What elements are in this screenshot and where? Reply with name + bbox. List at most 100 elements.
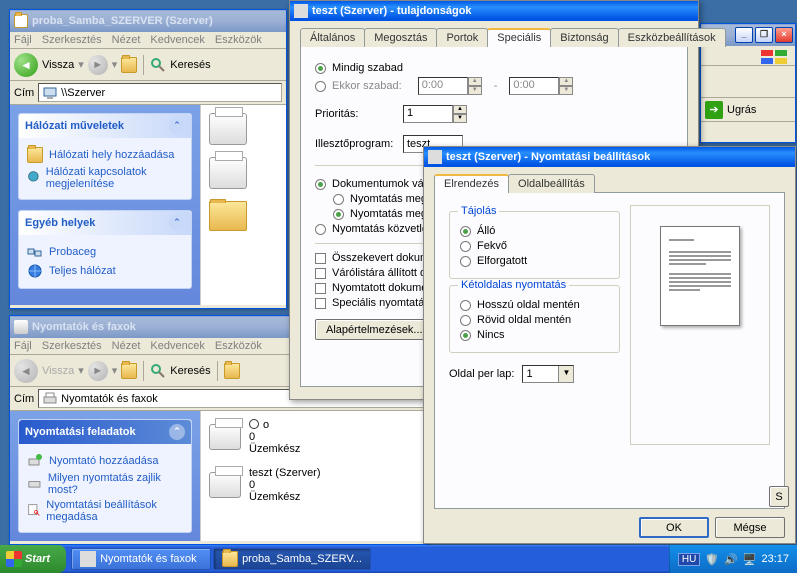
- address-label: Cím: [14, 87, 34, 99]
- link-label: Milyen nyomtatás zajlik most?: [48, 472, 183, 496]
- priority-spinner[interactable]: 1▲▼: [403, 105, 467, 123]
- chevron-down-icon[interactable]: ▼: [558, 366, 573, 382]
- folder-icon[interactable]: [209, 201, 247, 231]
- priority-label: Prioritás:: [315, 108, 395, 120]
- defaults-button[interactable]: Alapértelmezések...: [315, 319, 434, 340]
- printer-icon: [209, 424, 241, 450]
- taskbar-item-samba[interactable]: proba_Samba_SZERV...: [213, 548, 371, 570]
- menu-tools[interactable]: Eszközök: [215, 34, 262, 46]
- folders-icon[interactable]: [224, 363, 240, 379]
- menu-fav[interactable]: Kedvencek: [150, 340, 204, 352]
- tray-icon[interactable]: 🔊: [724, 553, 738, 566]
- search-label[interactable]: Keresés: [170, 59, 210, 71]
- start-button[interactable]: Start: [0, 545, 66, 573]
- tab-pagesetup[interactable]: Oldalbeállítás: [508, 174, 595, 193]
- menu-edit[interactable]: Szerkesztés: [42, 34, 102, 46]
- address-value: Nyomtatók és faxok: [61, 393, 158, 405]
- radio-label: Fekvő: [477, 240, 507, 252]
- tab-ports[interactable]: Portok: [436, 28, 488, 47]
- tray-icon[interactable]: 🖥️: [743, 553, 757, 566]
- clock[interactable]: 23:17: [761, 553, 789, 565]
- radio-landscape[interactable]: Fekvő: [460, 240, 609, 252]
- radio-label: Nyomtatás megk: [350, 208, 433, 220]
- radio-always-available[interactable]: Mindig szabad: [315, 62, 673, 74]
- go-button[interactable]: ➔: [705, 101, 723, 119]
- printing-preferences-dialog: teszt (Szerver) - Nyomtatási beállítások…: [423, 146, 796, 544]
- titlebar[interactable]: teszt (Szerver) - Nyomtatási beállítások: [424, 147, 795, 167]
- menu-file[interactable]: Fájl: [14, 340, 32, 352]
- default-check-icon: [249, 419, 259, 429]
- address-label: Cím: [14, 393, 34, 405]
- cancel-button[interactable]: Mégse: [715, 517, 785, 538]
- link-label: Teljes hálózat: [49, 265, 116, 277]
- add-network-place[interactable]: Hálózati hely hozzáadása: [27, 147, 183, 163]
- titlebar[interactable]: teszt (Szerver) - tulajdonságok: [290, 1, 698, 21]
- tab-layout[interactable]: Elrendezés: [434, 174, 509, 193]
- radio-rotated[interactable]: Elforgatott: [460, 255, 609, 267]
- chevron-up-icon[interactable]: ⌃: [169, 215, 185, 231]
- tray-icon[interactable]: 🛡️: [705, 553, 719, 566]
- tab-sharing[interactable]: Megosztás: [364, 28, 437, 47]
- address-input[interactable]: \\Szerver: [38, 83, 282, 102]
- taskbar-item-printers[interactable]: Nyomtatók és faxok: [71, 548, 211, 570]
- globe-icon: [27, 263, 43, 279]
- s-button[interactable]: S: [769, 486, 789, 507]
- radio-short-edge[interactable]: Rövid oldal mentén: [460, 314, 609, 326]
- add-printer[interactable]: Nyomtató hozzáadása: [27, 453, 183, 469]
- radio-available-when[interactable]: Ekkor szabad: 0:00▲▼ - 0:00▲▼: [315, 77, 673, 95]
- printer-icon[interactable]: [209, 113, 247, 145]
- view-network-connections[interactable]: Hálózati kapcsolatok megjelenítése: [27, 166, 183, 190]
- radio-label: Álló: [477, 225, 495, 237]
- language-indicator[interactable]: HU: [678, 553, 700, 566]
- printer-item[interactable]: o 0 Üzemkész: [209, 419, 420, 455]
- menu-view[interactable]: Nézet: [112, 340, 141, 352]
- printing-preferences[interactable]: Nyomtatási beállítások megadása: [27, 499, 183, 523]
- search-label[interactable]: Keresés: [170, 365, 210, 377]
- tabstrip[interactable]: Elrendezés Oldalbeállítás: [434, 173, 785, 193]
- menu-tools[interactable]: Eszközök: [215, 340, 262, 352]
- printer-icon: [294, 4, 308, 18]
- menubar[interactable]: Fájl Szerkesztés Nézet Kedvencek Eszközö…: [10, 32, 286, 49]
- menu-file[interactable]: Fájl: [14, 34, 32, 46]
- up-folder-icon[interactable]: [121, 57, 137, 73]
- titlebar[interactable]: proba_Samba_SZERVER (Szerver): [10, 10, 286, 32]
- restore-button[interactable]: ❐: [755, 27, 773, 43]
- print-tasks-header[interactable]: Nyomtatási feladatok ⌃: [19, 420, 191, 444]
- pages-per-sheet-combo[interactable]: 1 ▼: [522, 365, 574, 383]
- system-tray[interactable]: HU 🛡️ 🔊 🖥️ 23:17: [669, 545, 797, 573]
- radio-label: Elforgatott: [477, 255, 527, 267]
- chevron-up-icon[interactable]: ⌃: [169, 424, 185, 440]
- task-label: Nyomtatók és faxok: [100, 553, 197, 565]
- minimize-button[interactable]: _: [735, 27, 753, 43]
- menu-view[interactable]: Nézet: [112, 34, 141, 46]
- taskbar[interactable]: Start Nyomtatók és faxok proba_Samba_SZE…: [0, 545, 797, 573]
- up-folder-icon[interactable]: [121, 363, 137, 379]
- netops-header[interactable]: Hálózati műveletek ⌃: [19, 114, 191, 138]
- radio-portrait[interactable]: Álló: [460, 225, 609, 237]
- link-entire-network[interactable]: Teljes hálózat: [27, 263, 183, 279]
- tab-security[interactable]: Biztonság: [550, 28, 618, 47]
- close-button[interactable]: ×: [775, 27, 793, 43]
- tabstrip[interactable]: Általános Megosztás Portok Speciális Biz…: [300, 27, 688, 47]
- search-icon[interactable]: [150, 57, 166, 73]
- menu-edit[interactable]: Szerkesztés: [42, 340, 102, 352]
- radio-long-edge[interactable]: Hosszú oldal mentén: [460, 299, 609, 311]
- radio-label: Hosszú oldal mentén: [477, 299, 580, 311]
- menu-fav[interactable]: Kedvencek: [150, 34, 204, 46]
- back-button[interactable]: ◄: [14, 53, 38, 77]
- radio-label: Dokumentumok váró: [332, 178, 434, 190]
- tab-advanced[interactable]: Speciális: [487, 28, 551, 47]
- tab-device[interactable]: Eszközbeállítások: [618, 28, 726, 47]
- link-probaceg[interactable]: Probaceg: [27, 244, 183, 260]
- windows-flag-icon: [757, 48, 793, 66]
- printer-icon[interactable]: [209, 157, 247, 189]
- priority-value[interactable]: 1: [403, 105, 453, 123]
- search-icon[interactable]: [150, 363, 166, 379]
- radio-none[interactable]: Nincs: [460, 329, 609, 341]
- printer-item[interactable]: teszt (Szerver) 0 Üzemkész: [209, 467, 420, 503]
- tab-general[interactable]: Általános: [300, 28, 365, 47]
- other-places-header[interactable]: Egyéb helyek ⌃: [19, 211, 191, 235]
- see-whats-printing[interactable]: Milyen nyomtatás zajlik most?: [27, 472, 183, 496]
- chevron-up-icon[interactable]: ⌃: [169, 118, 185, 134]
- ok-button[interactable]: OK: [639, 517, 709, 538]
